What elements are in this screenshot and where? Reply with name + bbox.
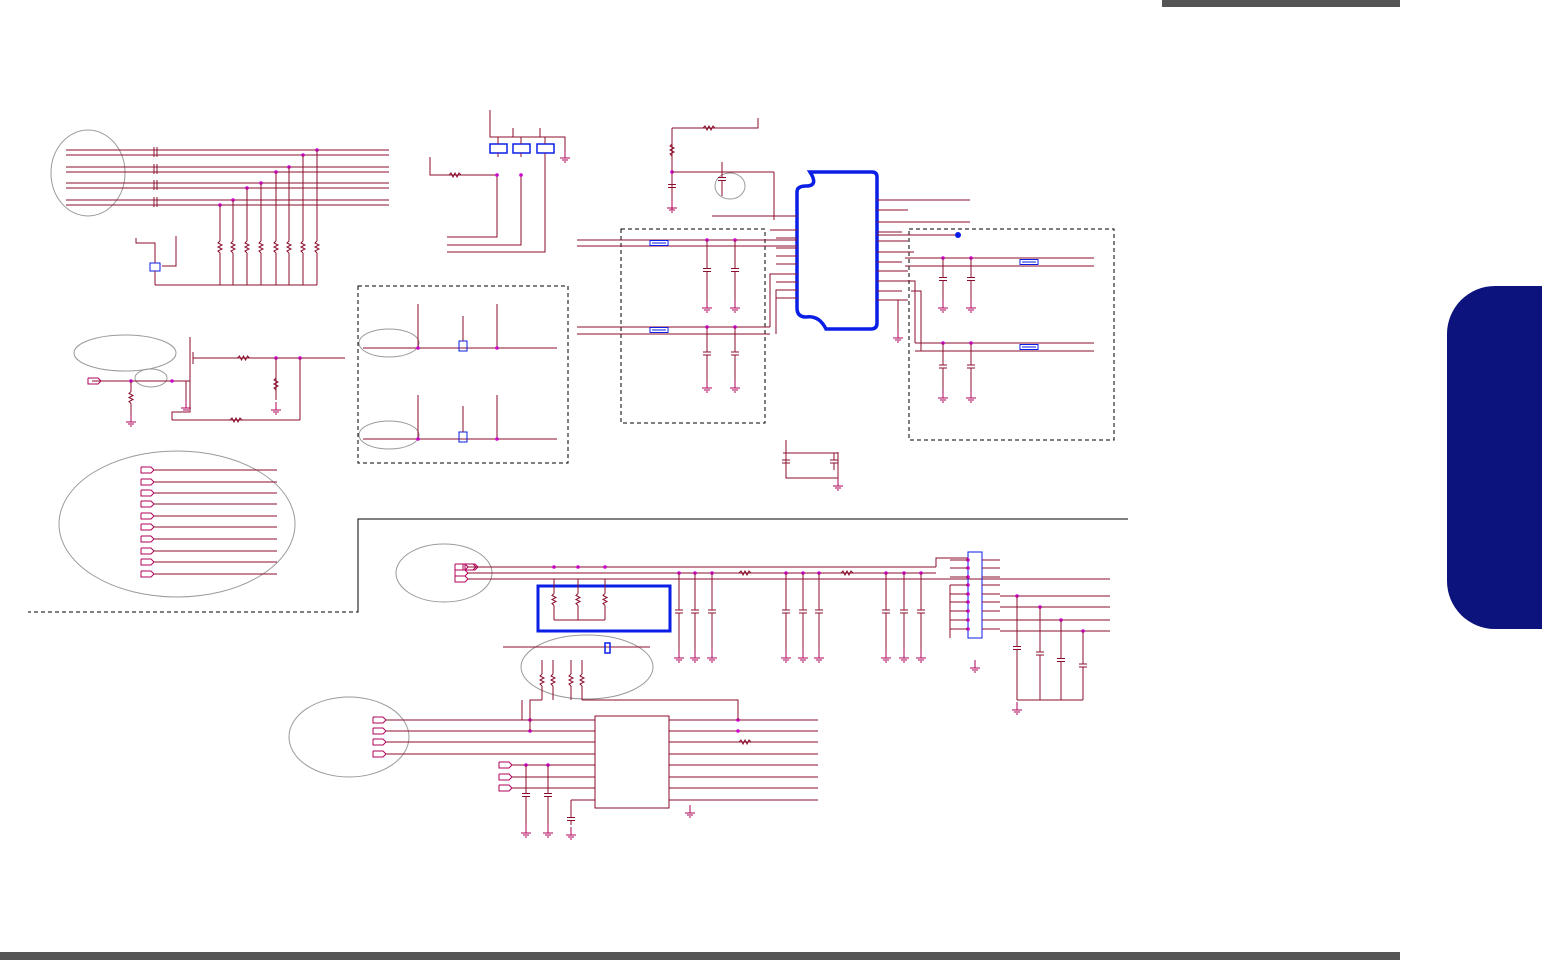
dashed-box-clock [357, 285, 569, 464]
connector-pins [372, 738, 387, 746]
resistor [313, 240, 321, 254]
dashed-box-filter-right [908, 228, 1115, 441]
annotation-ellipse [58, 450, 296, 598]
wire [447, 175, 522, 246]
connector-pins [372, 716, 387, 724]
flip-flop-chip [458, 340, 468, 352]
resistor [550, 593, 558, 606]
connector-pins [149, 262, 161, 272]
annotation-ellipse [358, 328, 420, 358]
connector-pins [498, 773, 513, 781]
resistor [229, 240, 237, 254]
resistor [549, 673, 557, 687]
connector-pins [140, 512, 155, 520]
flip-flop-chip [512, 143, 531, 154]
connector-pins [140, 547, 155, 555]
connector-pins [140, 478, 155, 486]
dashed-section-divider [28, 519, 359, 613]
resistor [216, 240, 224, 254]
connector-pins [140, 489, 155, 497]
resistor [578, 673, 586, 687]
wire [785, 440, 839, 479]
connector-pins [140, 466, 155, 474]
connector-pins [498, 784, 513, 792]
bottom-footer-rule [0, 952, 1400, 960]
connector-pins [454, 569, 469, 577]
connector-pins [454, 575, 469, 583]
wire [582, 699, 739, 720]
wire [135, 238, 156, 263]
junction-dot [736, 729, 740, 733]
dashed-box-filter-left [620, 228, 766, 424]
resistor [299, 240, 307, 254]
connector-pins [140, 558, 155, 566]
wire [775, 289, 797, 334]
junction-dot [495, 173, 499, 177]
junction-dot [603, 565, 607, 569]
annotation-ellipse [288, 696, 410, 778]
junction-dot [519, 173, 523, 177]
wire [935, 557, 968, 567]
resistor [257, 240, 265, 254]
junction-dot [552, 565, 556, 569]
wire [429, 157, 498, 238]
flip-flop-chip [594, 715, 670, 809]
junction-dot [170, 379, 174, 383]
resistor [538, 673, 546, 687]
dashed-section-divider [357, 518, 1128, 612]
flip-flop-chip [604, 642, 611, 654]
annotation-ellipse [50, 129, 126, 217]
junction-dot [955, 232, 961, 238]
junction-dot [576, 565, 580, 569]
wire [911, 290, 922, 351]
flip-flop-chip [458, 431, 468, 443]
schematic-wires [28, 110, 1128, 840]
connector-pins [498, 761, 513, 769]
connector-pins [372, 750, 387, 758]
junction-dot [416, 346, 420, 350]
wire [905, 280, 916, 343]
annotation-ellipse [358, 420, 420, 450]
junction-dot [416, 437, 420, 441]
annotation-ellipse [73, 334, 177, 372]
resistor [567, 673, 575, 687]
resistor [285, 240, 293, 254]
resistor [127, 391, 135, 404]
resistor [243, 240, 251, 254]
flip-flop-chip [536, 584, 672, 633]
connector-pins [140, 523, 155, 531]
flip-flop-chip [536, 143, 555, 154]
junction-dot [495, 437, 499, 441]
junction-dot [495, 346, 499, 350]
resistor [272, 240, 280, 254]
wire [672, 118, 759, 129]
annotation-ellipse [520, 634, 654, 700]
resistor [574, 593, 582, 606]
resistor [601, 593, 609, 606]
ic-body [795, 170, 879, 331]
schematic-diagram [28, 110, 1128, 840]
annotation-ellipse [714, 172, 746, 200]
connector-pins [372, 727, 387, 735]
annotation-ellipse [134, 368, 168, 388]
connector-pins [140, 570, 155, 578]
connector-pins [140, 500, 155, 508]
connector-pins [967, 551, 983, 639]
connector-pins [454, 563, 469, 571]
wire [162, 236, 177, 267]
flip-flop-chip [489, 143, 508, 154]
wire [529, 699, 542, 731]
connector-pins [140, 535, 155, 543]
